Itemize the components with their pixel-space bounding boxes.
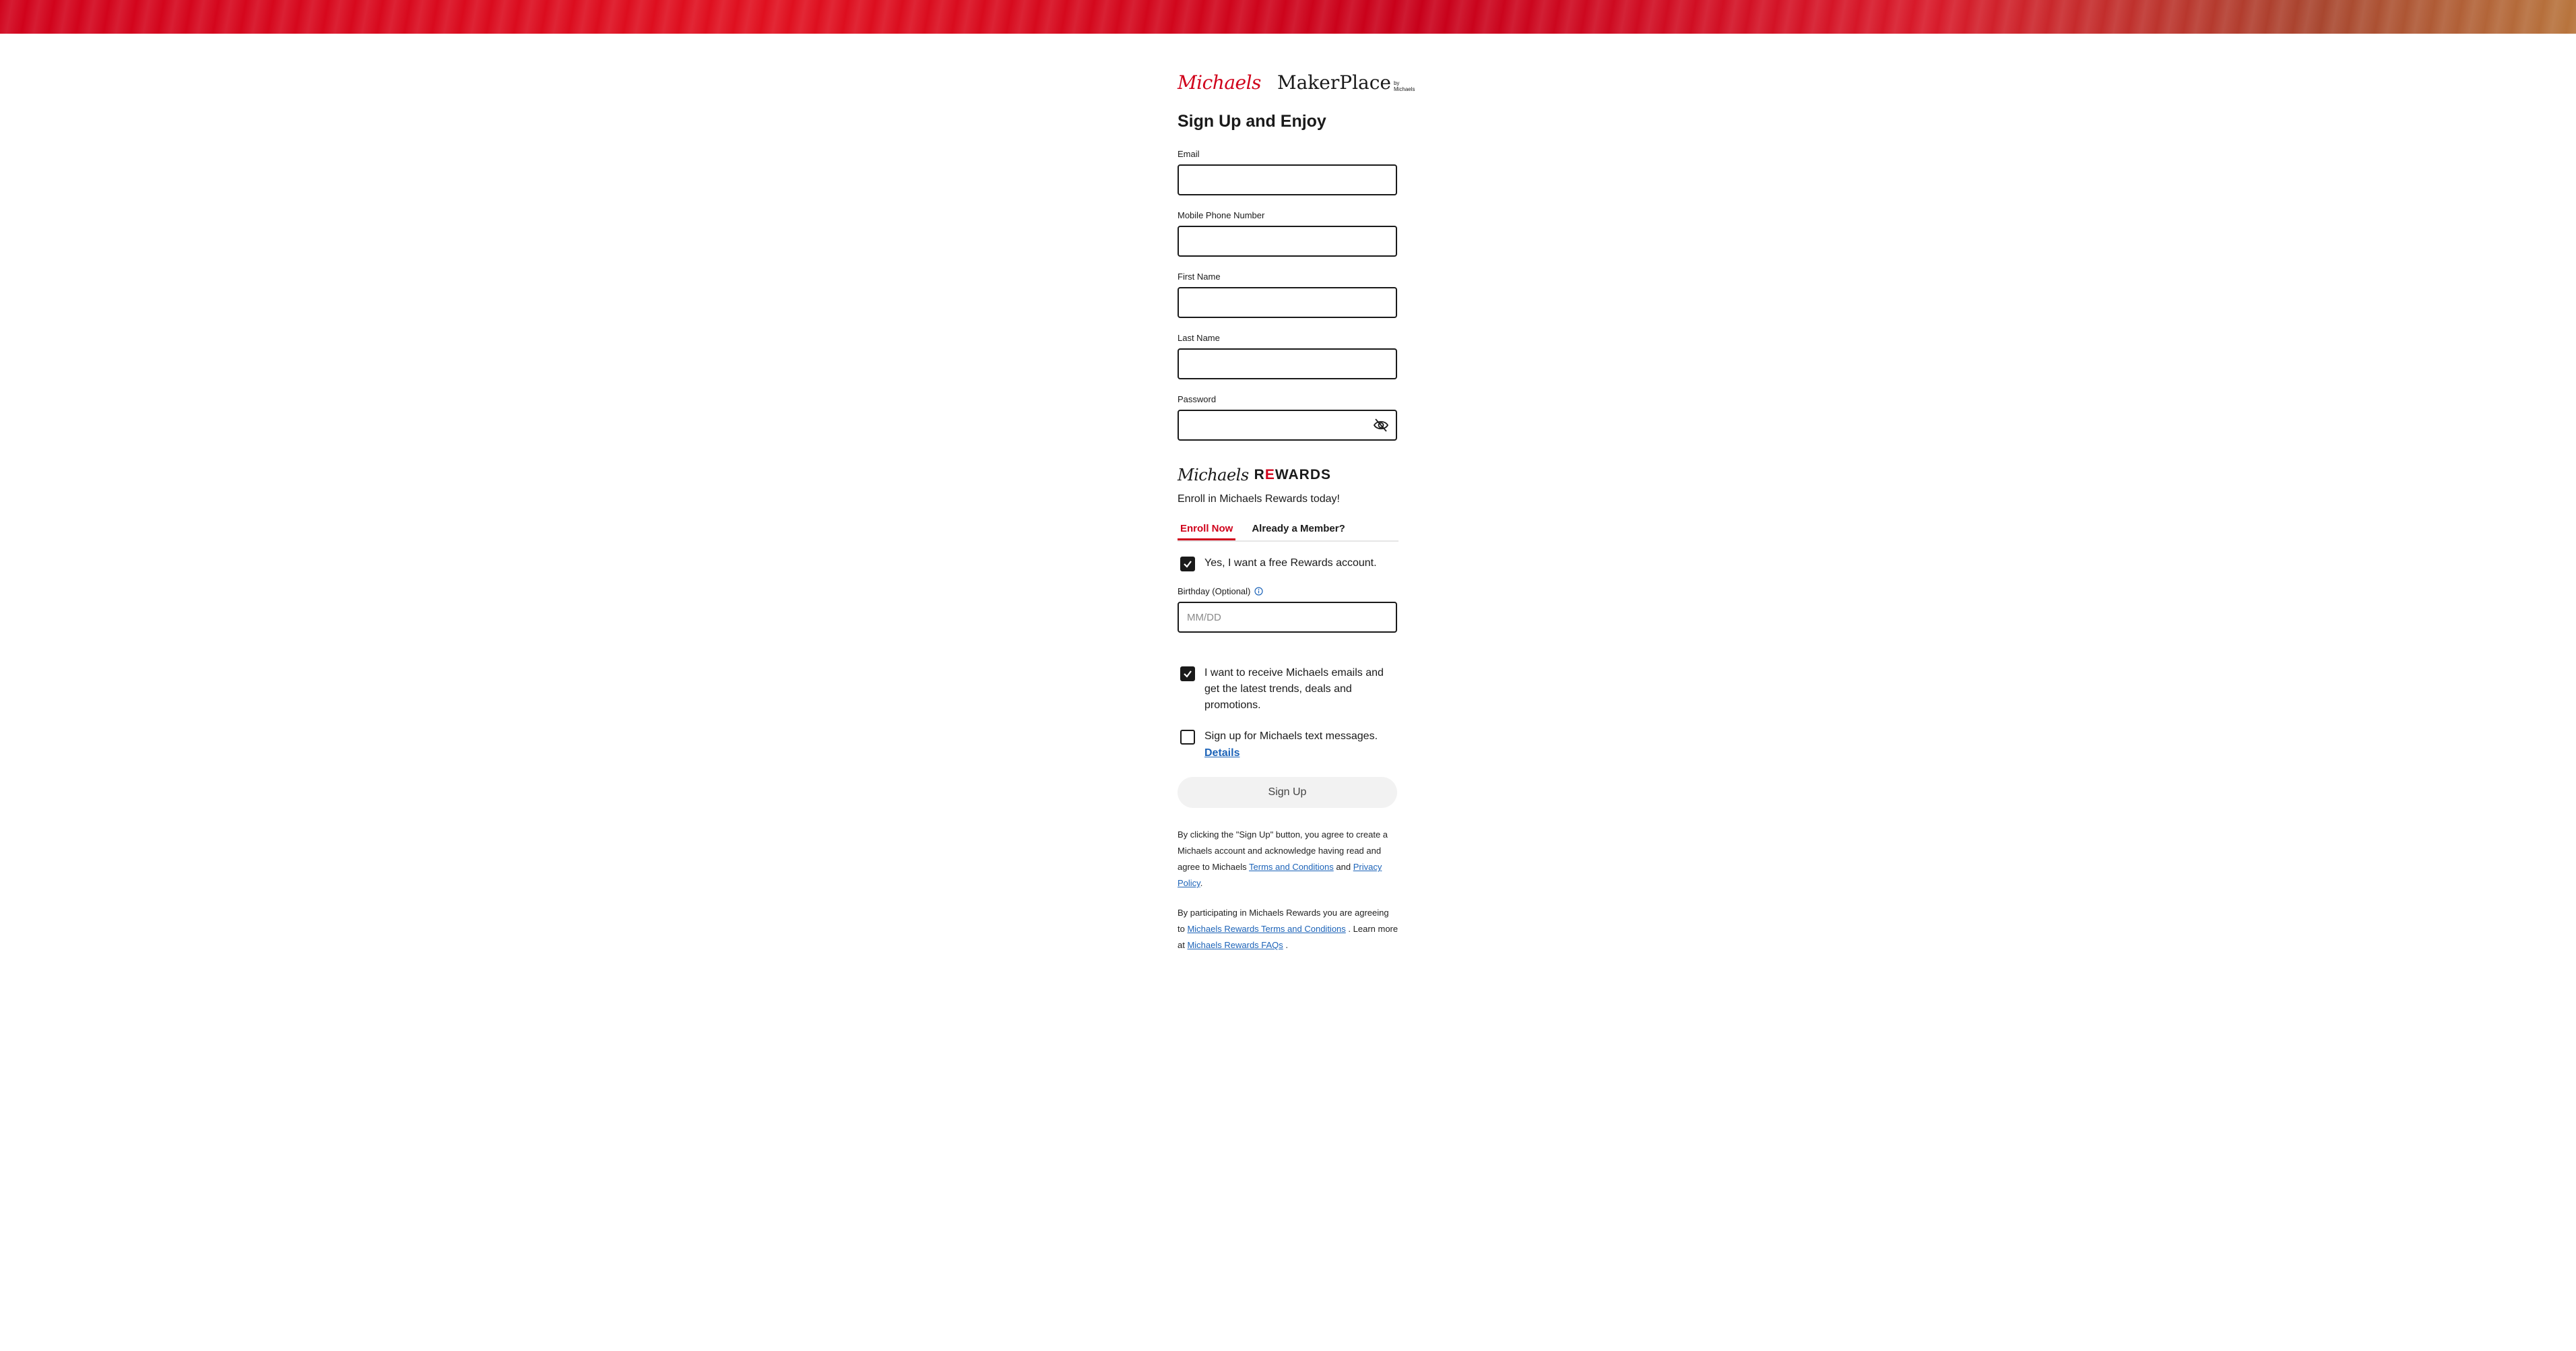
email-field-box bbox=[1178, 164, 1397, 195]
rewards-logo-r: R bbox=[1254, 467, 1265, 482]
birthday-label-row: Birthday (Optional) bbox=[1178, 586, 1398, 596]
free-account-checkbox[interactable] bbox=[1180, 557, 1195, 571]
last-name-field[interactable] bbox=[1179, 350, 1396, 378]
top-banner bbox=[0, 0, 2576, 34]
terms-link[interactable]: Terms and Conditions bbox=[1249, 862, 1334, 872]
phone-label: Mobile Phone Number bbox=[1178, 210, 1265, 220]
tab-already-member[interactable]: Already a Member? bbox=[1252, 522, 1345, 540]
check-icon bbox=[1184, 561, 1192, 568]
details-link[interactable]: Details bbox=[1204, 747, 1239, 759]
makerplace-by-label: by Michaels bbox=[1393, 80, 1415, 92]
page-title: Sign Up and Enjoy bbox=[1178, 112, 1326, 131]
last-name-label: Last Name bbox=[1178, 333, 1220, 343]
rewards-logo-word: REWARDS bbox=[1254, 467, 1331, 483]
legal-consent-text: By clicking the "Sign Up" button, you ag… bbox=[1178, 827, 1398, 891]
email-label: Email bbox=[1178, 149, 1200, 159]
sms-checkbox[interactable] bbox=[1180, 730, 1195, 745]
info-icon[interactable] bbox=[1254, 587, 1263, 596]
first-name-label: First Name bbox=[1178, 272, 1221, 282]
rewards-terms-link[interactable]: Michaels Rewards Terms and Conditions bbox=[1187, 924, 1345, 934]
legal-period: . bbox=[1200, 878, 1203, 888]
tab-enroll-now[interactable]: Enroll Now bbox=[1178, 522, 1236, 540]
last-name-field-box bbox=[1178, 348, 1397, 379]
first-name-field-box bbox=[1178, 287, 1397, 318]
password-field[interactable] bbox=[1179, 411, 1396, 439]
sms-row: Sign up for Michaels text messages. bbox=[1178, 728, 1398, 745]
sms-label: Sign up for Michaels text messages. bbox=[1204, 730, 1378, 742]
birthday-field-box bbox=[1178, 602, 1397, 633]
rewards-logo-e: E bbox=[1264, 467, 1275, 482]
eye-slash-icon[interactable] bbox=[1373, 418, 1389, 433]
makerplace-logo: MakerPlace bbox=[1277, 71, 1391, 94]
phone-field[interactable] bbox=[1179, 227, 1396, 255]
rewards-logo-rest: WARDS bbox=[1275, 467, 1332, 482]
brand-logo: Michaels MakerPlace by Michaels bbox=[1178, 70, 1415, 94]
birthday-field[interactable] bbox=[1179, 603, 1396, 631]
emails-row: I want to receive Michaels emails and ge… bbox=[1178, 665, 1398, 714]
legal-rewards-text: By participating in Michaels Rewards you… bbox=[1178, 905, 1398, 953]
rewards-logo-script: Michaels bbox=[1178, 466, 1249, 484]
rewards-logo: Michaels REWARDS bbox=[1178, 465, 1398, 485]
birthday-label: Birthday (Optional) bbox=[1178, 586, 1251, 596]
free-account-row: Yes, I want a free Rewards account. bbox=[1178, 555, 1398, 571]
password-field-box bbox=[1178, 410, 1397, 441]
emails-checkbox[interactable] bbox=[1180, 666, 1195, 681]
emails-label: I want to receive Michaels emails and ge… bbox=[1204, 667, 1384, 711]
phone-field-box bbox=[1178, 226, 1397, 257]
legal-p2-end: . bbox=[1285, 940, 1289, 950]
first-name-field[interactable] bbox=[1179, 288, 1396, 317]
michaels-logo: Michaels bbox=[1178, 71, 1261, 94]
signup-form: Michaels MakerPlace by Michaels Sign Up … bbox=[1178, 70, 1415, 953]
legal-and: and bbox=[1336, 862, 1351, 872]
rewards-faqs-link[interactable]: Michaels Rewards FAQs bbox=[1187, 940, 1283, 950]
check-icon bbox=[1184, 670, 1192, 678]
email-field[interactable] bbox=[1179, 166, 1396, 194]
password-label: Password bbox=[1178, 394, 1217, 404]
enroll-text: Enroll in Michaels Rewards today! bbox=[1178, 493, 1340, 505]
sign-up-button[interactable]: Sign Up bbox=[1178, 777, 1397, 808]
rewards-tabs: Enroll Now Already a Member? bbox=[1178, 522, 1398, 542]
free-account-label: Yes, I want a free Rewards account. bbox=[1204, 557, 1377, 569]
